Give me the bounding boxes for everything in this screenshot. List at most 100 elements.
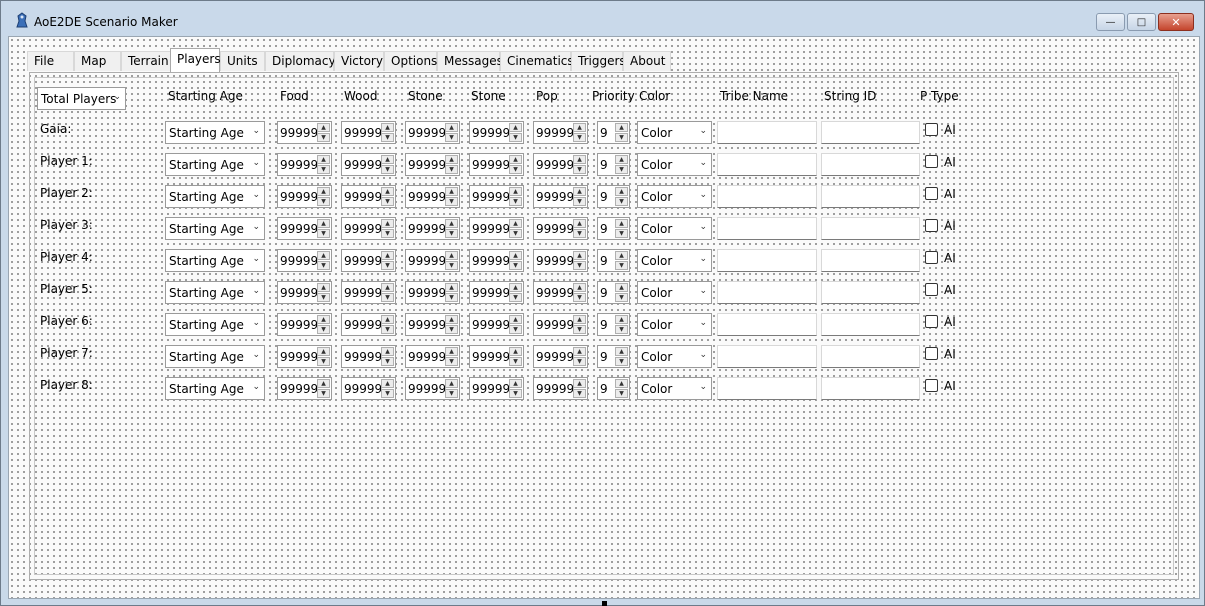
spin-up-icon[interactable]: ▲ [317,347,330,356]
color-dropdown[interactable]: Color ⌄ [637,185,712,208]
spin-down-icon[interactable]: ▼ [317,165,330,174]
stone-spinner[interactable]: 99999 ▲ ▼ [405,249,460,272]
pop-spinner[interactable]: 99999 ▲ ▼ [533,121,588,144]
string-id-input[interactable] [821,185,920,208]
pop-spinner[interactable]: 99999 ▲ ▼ [533,153,588,176]
spin-down-icon[interactable]: ▼ [615,357,628,366]
wood-spinner[interactable]: 99999 ▲ ▼ [341,185,396,208]
stone2-spinner[interactable]: 99999 ▲ ▼ [469,377,524,400]
spin-down-icon[interactable]: ▼ [509,165,522,174]
spin-up-icon[interactable]: ▲ [615,283,628,292]
spin-down-icon[interactable]: ▼ [509,293,522,302]
starting-age-dropdown[interactable]: Starting Age ⌄ [165,185,265,208]
food-spinner[interactable]: 99999 ▲ ▼ [277,185,332,208]
priority-spinner[interactable]: 9 ▲ ▼ [597,249,630,272]
spin-down-icon[interactable]: ▼ [615,229,628,238]
string-id-input[interactable] [821,121,920,144]
string-id-input[interactable] [821,281,920,304]
spin-up-icon[interactable]: ▲ [615,187,628,196]
food-spinner[interactable]: 99999 ▲ ▼ [277,281,332,304]
spin-up-icon[interactable]: ▲ [615,123,628,132]
spin-down-icon[interactable]: ▼ [509,261,522,270]
string-id-input[interactable] [821,313,920,336]
spin-down-icon[interactable]: ▼ [573,261,586,270]
food-spinner[interactable]: 99999 ▲ ▼ [277,377,332,400]
spin-up-icon[interactable]: ▲ [445,155,458,164]
priority-spinner[interactable]: 9 ▲ ▼ [597,121,630,144]
ai-checkbox[interactable] [925,123,938,136]
tribe-name-input[interactable] [717,345,817,368]
starting-age-dropdown[interactable]: Starting Age ⌄ [165,121,265,144]
food-spinner[interactable]: 99999 ▲ ▼ [277,217,332,240]
pop-spinner[interactable]: 99999 ▲ ▼ [533,313,588,336]
ai-checkbox[interactable] [925,315,938,328]
stone2-spinner[interactable]: 99999 ▲ ▼ [469,121,524,144]
stone-spinner[interactable]: 99999 ▲ ▼ [405,281,460,304]
spin-up-icon[interactable]: ▲ [573,155,586,164]
resize-grip[interactable] [602,601,607,606]
ai-checkbox[interactable] [925,283,938,296]
spin-up-icon[interactable]: ▲ [381,187,394,196]
spin-up-icon[interactable]: ▲ [509,155,522,164]
tab-options[interactable]: Options [384,51,437,71]
spin-up-icon[interactable]: ▲ [381,315,394,324]
spin-up-icon[interactable]: ▲ [317,283,330,292]
spin-down-icon[interactable]: ▼ [509,133,522,142]
spin-up-icon[interactable]: ▲ [445,219,458,228]
food-spinner[interactable]: 99999 ▲ ▼ [277,121,332,144]
minimize-button[interactable]: — [1096,13,1125,31]
starting-age-dropdown[interactable]: Starting Age ⌄ [165,345,265,368]
spin-down-icon[interactable]: ▼ [573,389,586,398]
pop-spinner[interactable]: 99999 ▲ ▼ [533,217,588,240]
spin-down-icon[interactable]: ▼ [445,261,458,270]
priority-spinner[interactable]: 9 ▲ ▼ [597,153,630,176]
spin-up-icon[interactable]: ▲ [381,155,394,164]
stone-spinner[interactable]: 99999 ▲ ▼ [405,345,460,368]
spin-down-icon[interactable]: ▼ [445,133,458,142]
spin-down-icon[interactable]: ▼ [381,261,394,270]
pop-spinner[interactable]: 99999 ▲ ▼ [533,281,588,304]
color-dropdown[interactable]: Color ⌄ [637,313,712,336]
spin-down-icon[interactable]: ▼ [573,293,586,302]
tribe-name-input[interactable] [717,185,817,208]
spin-down-icon[interactable]: ▼ [317,357,330,366]
color-dropdown[interactable]: Color ⌄ [637,153,712,176]
starting-age-dropdown[interactable]: Starting Age ⌄ [165,313,265,336]
tab-diplomacy[interactable]: Diplomacy [265,51,336,71]
spin-up-icon[interactable]: ▲ [615,219,628,228]
spin-up-icon[interactable]: ▲ [317,187,330,196]
stone-spinner[interactable]: 99999 ▲ ▼ [405,313,460,336]
tribe-name-input[interactable] [717,153,817,176]
spin-up-icon[interactable]: ▲ [573,379,586,388]
tab-triggers[interactable]: Triggers [571,51,626,71]
spin-up-icon[interactable]: ▲ [381,219,394,228]
wood-spinner[interactable]: 99999 ▲ ▼ [341,377,396,400]
spin-down-icon[interactable]: ▼ [381,197,394,206]
starting-age-dropdown[interactable]: Starting Age ⌄ [165,281,265,304]
food-spinner[interactable]: 99999 ▲ ▼ [277,313,332,336]
tribe-name-input[interactable] [717,281,817,304]
tab-about[interactable]: About [623,51,671,71]
spin-up-icon[interactable]: ▲ [509,187,522,196]
spin-up-icon[interactable]: ▲ [509,315,522,324]
priority-spinner[interactable]: 9 ▲ ▼ [597,281,630,304]
string-id-input[interactable] [821,377,920,400]
spin-down-icon[interactable]: ▼ [445,325,458,334]
spin-down-icon[interactable]: ▼ [573,165,586,174]
string-id-input[interactable] [821,153,920,176]
spin-up-icon[interactable]: ▲ [615,347,628,356]
spin-up-icon[interactable]: ▲ [317,123,330,132]
stone2-spinner[interactable]: 99999 ▲ ▼ [469,217,524,240]
food-spinner[interactable]: 99999 ▲ ▼ [277,153,332,176]
tab-terrain[interactable]: Terrain [121,51,171,71]
spin-up-icon[interactable]: ▲ [445,379,458,388]
starting-age-dropdown[interactable]: Starting Age ⌄ [165,249,265,272]
stone-spinner[interactable]: 99999 ▲ ▼ [405,121,460,144]
spin-up-icon[interactable]: ▲ [573,251,586,260]
stone2-spinner[interactable]: 99999 ▲ ▼ [469,281,524,304]
stone-spinner[interactable]: 99999 ▲ ▼ [405,185,460,208]
spin-up-icon[interactable]: ▲ [445,347,458,356]
spin-down-icon[interactable]: ▼ [615,165,628,174]
tribe-name-input[interactable] [717,217,817,240]
spin-down-icon[interactable]: ▼ [317,325,330,334]
